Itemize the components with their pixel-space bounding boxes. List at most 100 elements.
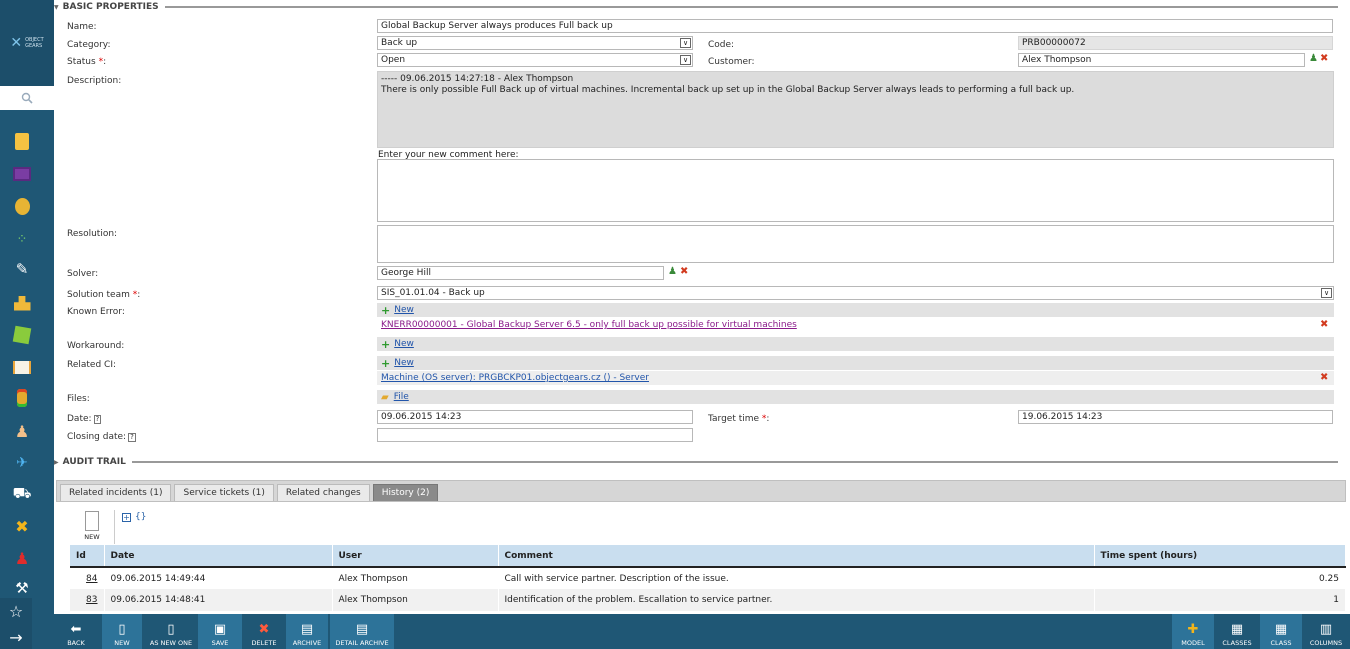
json-braces-icon[interactable]: {} <box>135 512 146 522</box>
clear-solver-icon[interactable]: ✖ <box>680 266 688 277</box>
expand-arrow-icon[interactable]: → <box>0 625 32 649</box>
pin-icon[interactable]: ✈ <box>8 450 36 476</box>
category-value: Back up <box>381 38 418 48</box>
row-date: 09.06.2015 14:49:44 <box>104 567 333 589</box>
archive-icon: ▤ <box>300 622 314 637</box>
customer-input[interactable]: Alex Thompson <box>1018 53 1305 67</box>
boxes-icon[interactable] <box>8 290 36 316</box>
plus-icon[interactable]: + <box>381 357 390 370</box>
basic-properties-header[interactable]: ▼ BASIC PROPERTIES <box>54 1 1338 13</box>
logo-text-2: gears <box>25 43 43 49</box>
solver-input[interactable]: George Hill <box>377 266 664 280</box>
folder-icon[interactable] <box>8 128 36 154</box>
columns-button[interactable]: ▥ COLUMNS <box>1304 614 1348 649</box>
class-button[interactable]: ▦ CLASS <box>1260 614 1302 649</box>
help-icon[interactable]: ? <box>128 433 136 442</box>
delete-x-icon: ✖ <box>258 622 270 637</box>
cube-icon[interactable] <box>8 322 36 348</box>
tab-history[interactable]: History (2) <box>372 484 439 501</box>
delete-button[interactable]: ✖ DELETE <box>244 614 284 649</box>
col-comment[interactable]: Comment <box>498 545 1095 568</box>
resolution-textarea[interactable] <box>377 225 1334 263</box>
network-icon[interactable]: ⁘ <box>8 226 36 252</box>
screen-icon[interactable] <box>8 161 36 187</box>
archive-button[interactable]: ▤ ARCHIVE <box>286 614 328 649</box>
date-label: Date:? <box>67 414 102 424</box>
tools-icon[interactable]: ✖ <box>8 513 36 539</box>
solution-team-label: Solution team *: <box>67 290 141 300</box>
detail-archive-button[interactable]: ▤ DETAIL ARCHIVE <box>330 614 394 649</box>
classes-button[interactable]: ▦ CLASSES <box>1216 614 1258 649</box>
tab-related-changes[interactable]: Related changes <box>276 484 370 501</box>
date-input[interactable]: 09.06.2015 14:23 <box>377 410 693 424</box>
favorites-star-icon[interactable]: ☆ <box>0 599 32 623</box>
police-badge-icon[interactable] <box>8 193 36 219</box>
logo-mark-icon: ✕ <box>10 35 23 51</box>
known-error-link[interactable]: KNERR00000001 - Global Backup Server 6.5… <box>381 320 797 330</box>
remove-related-ci-icon[interactable]: ✖ <box>1320 372 1328 383</box>
comment-textarea[interactable] <box>377 159 1334 222</box>
name-input[interactable]: Global Backup Server always produces Ful… <box>377 19 1333 33</box>
col-date[interactable]: Date <box>104 545 333 568</box>
bottom-toolbar: ⬅ BACK ▯ NEW ▯ AS NEW ONE ▣ SAVE ✖ DELET… <box>32 614 1350 649</box>
table-row[interactable]: 84 09.06.2015 14:49:44 Alex Thompson Cal… <box>70 567 1346 589</box>
back-button[interactable]: ⬅ BACK <box>56 614 96 649</box>
new-button[interactable]: ▯ NEW <box>102 614 142 649</box>
logo[interactable]: ✕ object gears <box>0 0 54 86</box>
audit-trail-header[interactable]: ▶ AUDIT TRAIL <box>54 456 1338 468</box>
user-red-icon[interactable]: ♟ <box>8 545 36 571</box>
remove-known-error-icon[interactable]: ✖ <box>1320 319 1328 330</box>
folder-open-icon[interactable]: ▰ <box>381 392 389 403</box>
chevron-down-icon[interactable]: ∨ <box>680 38 691 48</box>
file-link[interactable]: File <box>394 392 409 402</box>
category-select[interactable]: Back up ∨ <box>377 36 693 50</box>
col-time-spent[interactable]: Time spent (hours) <box>1094 545 1346 568</box>
table-row[interactable]: 83 09.06.2015 14:48:41 Alex Thompson Ide… <box>70 589 1346 611</box>
related-ci-new-link[interactable]: New <box>394 358 414 368</box>
workaround-new-link[interactable]: New <box>394 339 414 349</box>
clear-customer-icon[interactable]: ✖ <box>1320 53 1328 64</box>
section-title: AUDIT TRAIL <box>62 457 126 467</box>
back-arrow-icon: ⬅ <box>70 622 82 637</box>
row-id-link[interactable]: 83 <box>86 595 97 605</box>
select-user-icon[interactable]: ♟ <box>668 266 677 277</box>
floppy-icon: ▣ <box>213 622 227 637</box>
model-button[interactable]: ✚ MODEL <box>1172 614 1214 649</box>
col-user[interactable]: User <box>332 545 499 568</box>
solution-team-select[interactable]: SIS_01.01.04 - Back up ∨ <box>377 286 1334 300</box>
select-user-icon[interactable]: ♟ <box>1309 53 1318 64</box>
known-error-new-link[interactable]: New <box>394 305 414 315</box>
chevron-down-icon[interactable]: ∨ <box>1321 288 1332 298</box>
related-ci-new-bar: + New <box>377 356 1334 370</box>
collapse-arrow-icon: ▼ <box>54 3 59 11</box>
cart-icon[interactable]: ⛟ <box>8 481 36 507</box>
history-new-button[interactable]: NEW <box>82 511 102 545</box>
person-icon[interactable]: ♟ <box>8 418 36 444</box>
as-new-one-button[interactable]: ▯ AS NEW ONE <box>146 614 196 649</box>
save-button[interactable]: ▣ SAVE <box>198 614 242 649</box>
expand-arrow-icon: ▶ <box>54 458 59 466</box>
col-id[interactable]: Id <box>70 545 105 568</box>
class-table-icon: ▦ <box>1274 622 1288 637</box>
plus-icon[interactable]: + <box>381 304 390 317</box>
closing-date-input[interactable] <box>377 428 693 442</box>
sidebar-search[interactable] <box>0 86 54 110</box>
files-bar: ▰ File <box>377 390 1334 404</box>
tab-related-incidents[interactable]: Related incidents (1) <box>60 484 172 501</box>
plus-icon[interactable]: + <box>381 338 390 351</box>
expand-all-icon[interactable]: + <box>122 513 131 522</box>
target-time-input[interactable]: 19.06.2015 14:23 <box>1018 410 1333 424</box>
code-label: Code: <box>708 40 735 50</box>
tab-service-tickets[interactable]: Service tickets (1) <box>174 484 274 501</box>
related-ci-label: Related CI: <box>67 360 117 370</box>
chevron-down-icon[interactable]: ∨ <box>680 55 691 65</box>
row-id-link[interactable]: 84 <box>86 574 97 584</box>
status-value: Open <box>381 55 406 65</box>
book-icon[interactable] <box>8 354 36 380</box>
related-ci-link[interactable]: Machine (OS server): PRGBCKP01.objectgea… <box>381 373 649 383</box>
help-icon[interactable]: ? <box>93 415 102 424</box>
detail-archive-icon: ▤ <box>355 622 369 637</box>
traffic-light-icon[interactable] <box>8 385 36 411</box>
tag-icon[interactable]: ✎ <box>8 256 36 282</box>
status-select[interactable]: Open ∨ <box>377 53 693 67</box>
